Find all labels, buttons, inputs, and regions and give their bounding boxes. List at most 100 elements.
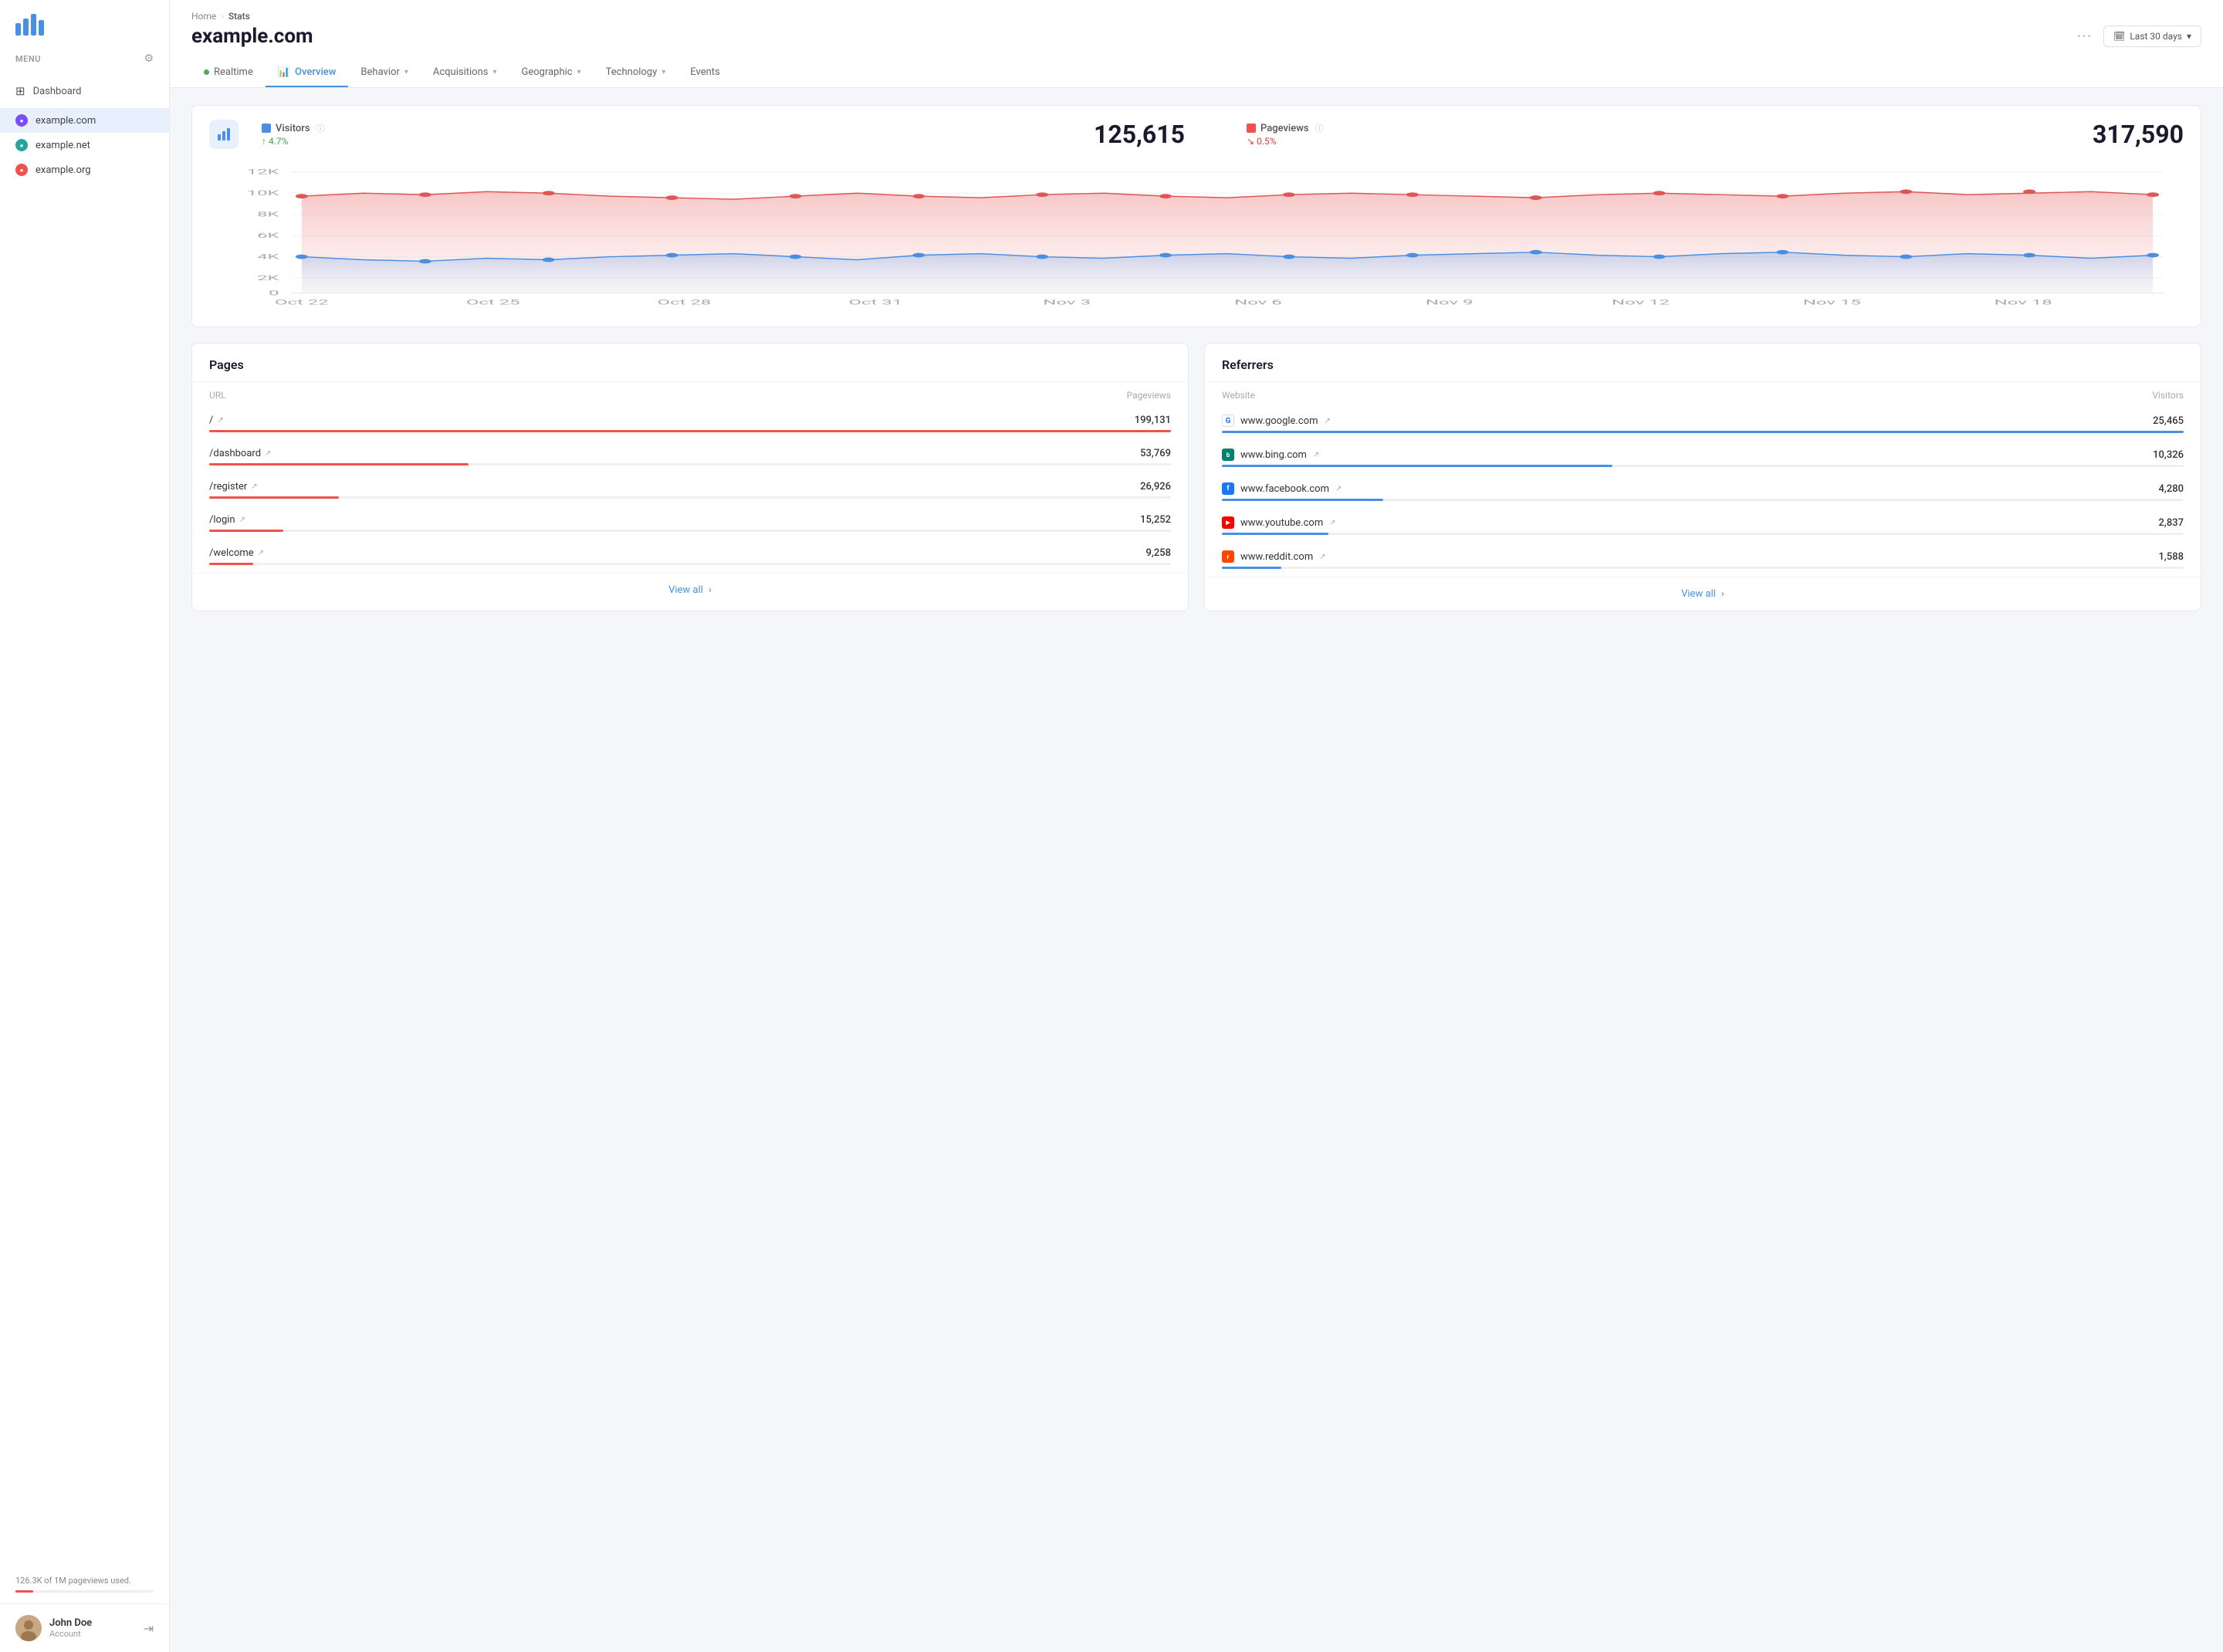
reddit-icon: r [1222,550,1234,563]
user-section[interactable]: John Doe Account ⇥ [0,1603,169,1652]
sidebar-site-example-com-label: example.com [36,115,96,127]
tab-overview-label: Overview [295,66,336,78]
arrow-right-icon: › [1721,588,1724,600]
svg-text:Nov 9: Nov 9 [1426,298,1474,306]
pageviews-stat: Pageviews ⓘ ↘ 0.5% [1247,122,1324,147]
bar-fill [209,463,469,465]
tab-technology[interactable]: Technology ▾ [594,59,678,87]
tab-behavior[interactable]: Behavior ▾ [348,59,420,87]
pageviews-color [1247,124,1256,133]
col-website-label: Website [1222,390,1255,401]
external-link-icon: ↗ [1329,519,1335,527]
sidebar-site-example-net[interactable]: ● example.net [0,133,169,157]
sidebar-site-example-com[interactable]: ● example.com [0,108,169,133]
date-range-label: Last 30 days [2130,31,2182,42]
col-pageviews-label: Pageviews [1127,390,1171,401]
chevron-down-icon-4: ▾ [661,68,665,76]
chevron-down-icon: ▾ [2187,31,2191,42]
visitors-info-icon: ⓘ [316,122,325,134]
sidebar-site-example-org-label: example.org [36,164,91,176]
logo-icon [15,14,154,36]
user-info: John Doe Account [49,1617,136,1639]
chevron-down-icon: ▾ [404,68,408,76]
logo-bar-2 [23,19,29,36]
breadcrumb-separator: › [221,11,224,22]
svg-text:Oct 31: Oct 31 [848,298,902,306]
bar-fill [209,563,253,565]
list-item: r www.reddit.com ↗ 1,588 [1205,543,2201,577]
bar-fill [1222,499,1383,501]
bar-fill [209,496,339,499]
svg-text:Nov 15: Nov 15 [1803,298,1861,306]
external-link-icon: ↗ [251,482,257,491]
sidebar-nav: ⊞ Dashboard [0,74,169,108]
tab-overview[interactable]: 📊 Overview [266,59,349,87]
date-picker[interactable]: 🗓 Last 30 days ▾ [2103,25,2201,47]
external-link-icon: ↗ [1335,485,1342,493]
logout-icon[interactable]: ⇥ [144,1621,154,1636]
bar-fill [1222,465,1612,467]
menu-header: MENU ⚙ [0,43,169,74]
external-link-icon: ↗ [258,549,264,557]
svg-text:0: 0 [269,289,279,297]
sidebar-item-dashboard[interactable]: ⊞ Dashboard [8,77,161,105]
tab-acquisitions-label: Acquisitions [433,66,489,78]
tab-events[interactable]: Events [678,59,732,87]
logo-bar-3 [31,14,36,36]
table-row: /login ↗ 15,252 [192,506,1188,540]
calendar-icon: 🗓 [2113,31,2125,42]
pages-view-all[interactable]: View all › [192,573,1188,607]
tab-behavior-label: Behavior [360,66,399,78]
list-item: ▶ www.youtube.com ↗ 2,837 [1205,509,2201,543]
tab-realtime-label: Realtime [214,66,253,78]
stats-icon [209,120,239,149]
list-item: b www.bing.com ↗ 10,326 [1205,441,2201,475]
referrers-view-all[interactable]: View all › [1205,577,2201,611]
pageviews-change: ↘ 0.5% [1247,136,1324,147]
realtime-dot [204,69,209,75]
pageviews-info-icon: ⓘ [1315,122,1324,134]
tab-realtime[interactable]: Realtime [191,59,266,87]
external-link-icon: ↗ [1324,417,1330,425]
stats-card: Visitors ⓘ ↑ 4.7% 125,615 Pageviews [191,105,2201,327]
pages-panel: Pages URL Pageviews / ↗ 199,131 [191,343,1189,611]
breadcrumb-home[interactable]: Home [191,11,216,22]
svg-text:12K: 12K [247,168,280,176]
external-link-icon: ↗ [217,416,223,425]
arrow-right-icon: › [709,584,712,596]
usage-text: 126.3K of 1M pageviews used. [15,1576,154,1586]
bing-icon: b [1222,449,1234,461]
table-row: /register ↗ 26,926 [192,473,1188,506]
visitors-arrow: ↑ [262,136,266,147]
google-icon: G [1222,415,1234,427]
usage-bar-bg [15,1590,154,1593]
external-link-icon: ↗ [1313,451,1319,459]
external-link-icon: ↗ [265,449,271,458]
tab-technology-label: Technology [606,66,658,78]
visitors-label: Visitors [276,123,310,134]
bar-fill [1222,533,1328,535]
tab-geographic-label: Geographic [522,66,573,78]
svg-text:Nov 12: Nov 12 [1612,298,1670,306]
sidebar: MENU ⚙ ⊞ Dashboard ● example.com ● examp… [0,0,170,1652]
visitors-stat: Visitors ⓘ ↑ 4.7% [262,122,325,147]
site-dot-red: ● [15,164,28,176]
page-title: example.com [191,25,313,48]
breadcrumb-current: Stats [228,11,250,22]
col-url-label: URL [209,390,226,401]
svg-text:2K: 2K [257,274,279,282]
tab-geographic[interactable]: Geographic ▾ [509,59,594,87]
user-name: John Doe [49,1617,136,1629]
col-visitors-label: Visitors [2152,390,2184,401]
tab-acquisitions[interactable]: Acquisitions ▾ [421,59,509,87]
svg-text:10K: 10K [247,189,280,197]
bar-fill [209,430,1171,432]
settings-icon[interactable]: ⚙ [144,52,154,65]
dashboard-icon: ⊞ [15,84,25,98]
svg-text:Oct 25: Oct 25 [466,298,520,306]
main-content: Home › Stats example.com ··· 🗓 Last 30 d… [170,0,2223,1652]
more-button[interactable]: ··· [2077,29,2093,45]
menu-label: MENU [15,54,41,64]
site-dot-green: ● [15,139,28,151]
sidebar-site-example-org[interactable]: ● example.org [0,157,169,182]
